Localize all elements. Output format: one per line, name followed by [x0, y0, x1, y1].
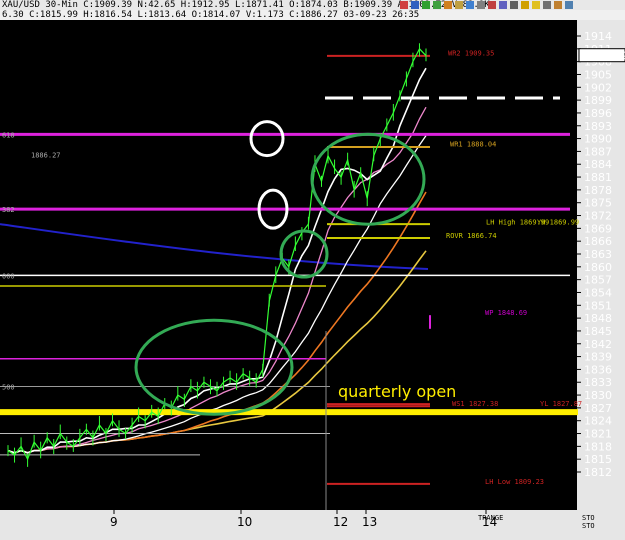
sto-label-2: STO	[582, 522, 595, 530]
left-level-label-2: 382	[2, 206, 15, 214]
refresh-icon[interactable]	[444, 1, 452, 9]
toolbar-icons	[400, 1, 573, 9]
check-icon[interactable]	[433, 1, 441, 9]
pivot-label-7: YL 1827.87	[540, 400, 582, 408]
y-tick-label: 1845	[584, 325, 612, 338]
y-tick-label: 1887	[584, 145, 612, 158]
pivot-label-5: WP 1848.69	[485, 309, 527, 317]
y-tick-label: 1866	[584, 235, 612, 248]
sun-icon[interactable]	[532, 1, 540, 9]
y-tick-label: 1890	[584, 133, 612, 146]
status-bar: 6.30 C:1815.99 H:1816.54 L:1813.64 O:181…	[0, 10, 625, 20]
tag-icon[interactable]	[521, 1, 529, 9]
notes-icon[interactable]	[455, 1, 463, 9]
y-tick-label: 1854	[584, 286, 612, 299]
y-tick-label: 1818	[584, 440, 612, 453]
y-tick-label: 1872	[584, 210, 612, 223]
pivot-label-6: WS1 1827.38	[452, 400, 498, 408]
pivot-label-1: WR1 1888.04	[450, 141, 496, 149]
y-tick-label: 1812	[584, 466, 612, 479]
print-icon[interactable]	[543, 1, 551, 9]
zoom-icon[interactable]	[510, 1, 518, 9]
y-tick-label: 1839	[584, 351, 612, 364]
y-tick-label: 1821	[584, 428, 612, 441]
y-tick-label: 1878	[584, 184, 612, 197]
y-tick-label: 1875	[584, 197, 612, 210]
status-readout: 6.30 C:1815.99 H:1816.54 L:1813.64 O:181…	[2, 10, 420, 20]
pivot-label-0: WR2 1909.35	[448, 50, 494, 58]
pivot-label-4: ROVR 1866.74	[446, 232, 497, 240]
sto-label-1: STO	[582, 514, 595, 522]
left-level-label-4: 500	[2, 384, 15, 392]
tile-icon[interactable]	[411, 1, 419, 9]
square-icon[interactable]	[400, 1, 408, 9]
y-tick-label: 1815	[584, 453, 612, 466]
y-tick-label: 1863	[584, 248, 612, 261]
y-tick-label: 1884	[584, 158, 612, 171]
y-tick-label: 1881	[584, 171, 612, 184]
mail-icon[interactable]	[488, 1, 496, 9]
x-tick-label: 12	[333, 515, 348, 529]
y-tick-label: 1848	[584, 312, 612, 325]
left-level-label-1: 1886.27	[31, 151, 61, 159]
y-tick-label: 1896	[584, 107, 612, 120]
trange-label: TRANGE	[478, 514, 503, 522]
y-tick-label: 1899	[584, 94, 612, 107]
y-tick-label: 1869	[584, 222, 612, 235]
quarterly-open-annotation: quarterly open	[338, 382, 456, 401]
chart-icon[interactable]	[466, 1, 474, 9]
y-tick-label: 1860	[584, 261, 612, 274]
left-level-label-0: 618	[2, 131, 15, 139]
toolbar: XAU/USD 30-Min C:1909.39 N:42.65 H:1912.…	[0, 0, 625, 10]
y-tick-label: 1836	[584, 363, 612, 376]
grid-icon[interactable]	[499, 1, 507, 9]
y-tick-label: 1851	[584, 299, 612, 312]
x-tick-label: 9	[110, 515, 118, 529]
y-tick-label: 1905	[584, 68, 612, 81]
pivot-label-3: YH 1869.99	[537, 218, 579, 226]
last-price-label: 1909.39	[582, 50, 625, 63]
price-chart[interactable]: WR2 1909.35WR1 1888.04LH High 1869.99YH …	[0, 20, 625, 540]
y-tick-label: 1857	[584, 274, 612, 287]
bell-icon[interactable]	[554, 1, 562, 9]
y-tick-label: 1902	[584, 81, 612, 94]
y-tick-label: 1842	[584, 338, 612, 351]
y-tick-label: 1830	[584, 389, 612, 402]
x-tick-label: 10	[237, 515, 252, 529]
window-icon[interactable]	[565, 1, 573, 9]
y-tick-label: 1893	[584, 120, 612, 133]
settings-icon[interactable]	[477, 1, 485, 9]
arrow-icon[interactable]	[422, 1, 430, 9]
y-tick-label: 1824	[584, 415, 612, 428]
left-level-label-3: 000	[2, 272, 15, 280]
pivot-label-8: LH Low 1809.23	[485, 478, 544, 486]
y-tick-label: 1827	[584, 402, 612, 415]
y-tick-label: 1914	[584, 30, 612, 43]
x-tick-label: 13	[362, 515, 377, 529]
y-tick-label: 1833	[584, 376, 612, 389]
